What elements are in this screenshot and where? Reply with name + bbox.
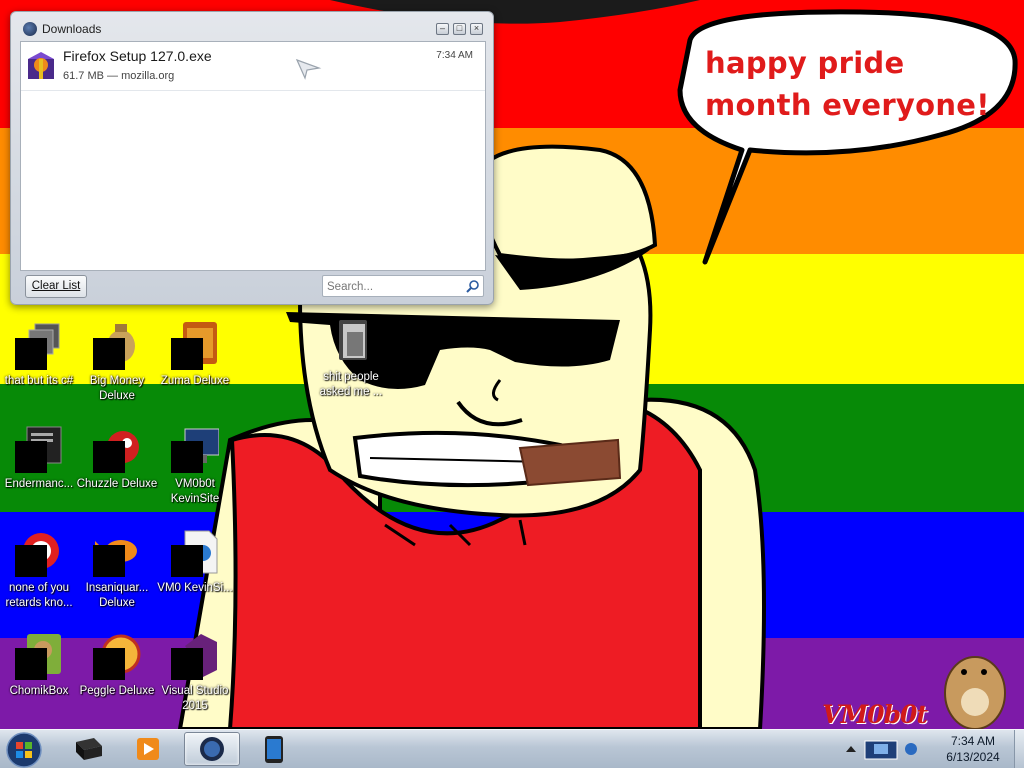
redaction-box xyxy=(171,441,203,473)
downloads-list[interactable]: Firefox Setup 127.0.exe 61.7 MB — mozill… xyxy=(20,41,486,271)
desktop-icon-visual-studio-2015[interactable]: Visual Studio 2015 xyxy=(156,632,234,728)
desktop-icon-chomikbox[interactable]: ChomikBox xyxy=(0,632,78,728)
search-icon[interactable] xyxy=(465,279,480,294)
redaction-box xyxy=(93,338,125,370)
taskbar-clock[interactable]: 7:34 AM 6/13/2024 xyxy=(932,733,1014,765)
desktop-icon-label: VM0b0t KevinSite xyxy=(170,478,220,505)
close-button[interactable]: × xyxy=(470,23,483,35)
desktop-icon-zuma-deluxe[interactable]: Zuma Deluxe xyxy=(156,322,234,418)
window-title: Downloads xyxy=(42,22,102,36)
desktop-icon-big-money-deluxe[interactable]: Big Money Deluxe xyxy=(78,322,156,418)
firefox-icon xyxy=(23,22,37,36)
clock-time: 7:34 AM xyxy=(950,734,996,748)
redaction-box xyxy=(15,648,47,680)
wallpaper-signature: VM0b0t xyxy=(822,700,928,729)
tray-network-icon[interactable] xyxy=(864,740,898,760)
taskbar-app-firefox[interactable] xyxy=(184,732,240,766)
start-orb-icon[interactable] xyxy=(4,731,44,768)
desktop-icon-shit-people-asked-me[interactable]: shit people asked me ... xyxy=(312,318,390,414)
desktop-icon-label: Chuzzle Deluxe xyxy=(76,478,158,490)
download-filename: Firefox Setup 127.0.exe xyxy=(63,48,212,64)
open-arrow-icon[interactable] xyxy=(293,56,323,80)
desktop-icon-vm0-kevinsi[interactable]: VM0 KevinSi... xyxy=(156,529,234,625)
speech-bubble-text: happy pride month everyone! xyxy=(705,46,990,122)
redaction-box xyxy=(15,338,47,370)
desktop-icon-that-but-its-csharp[interactable]: that but its c# xyxy=(0,322,78,418)
desktop-icon-none-of-you[interactable]: none of you retards kno... xyxy=(0,529,78,625)
redaction-box xyxy=(93,441,125,473)
download-item[interactable]: Firefox Setup 127.0.exe 61.7 MB — mozill… xyxy=(21,42,485,91)
redaction-box xyxy=(93,648,125,680)
desktop-icon-label: Endermanc... xyxy=(4,478,74,490)
desktop-icon-insaniquarium-deluxe[interactable]: Insaniquar... Deluxe xyxy=(78,529,156,625)
tray-expand-icon[interactable] xyxy=(842,740,860,758)
folder-icon xyxy=(339,320,367,360)
desktop-icon-label: Zuma Deluxe xyxy=(160,375,230,387)
desktop-icon-label: Visual Studio 2015 xyxy=(161,685,229,712)
desktop-icon-endermanc[interactable]: Endermanc... xyxy=(0,425,78,521)
minimize-button[interactable]: – xyxy=(436,23,449,35)
system-tray xyxy=(840,732,926,767)
tablet-icon xyxy=(265,736,283,763)
desktop-icon-label: VM0 KevinSi... xyxy=(157,582,233,594)
redaction-box xyxy=(15,545,47,577)
desktop-icon-label: ChomikBox xyxy=(9,685,69,697)
desktop-icon-label: Insaniquar... Deluxe xyxy=(85,582,149,609)
clock-date: 6/13/2024 xyxy=(946,750,1000,764)
taskbar-app-device[interactable] xyxy=(246,732,302,766)
terminal-box-icon xyxy=(76,738,102,760)
search-input[interactable] xyxy=(327,279,461,294)
download-time: 7:34 AM xyxy=(436,50,473,61)
taskbar: 7:34 AM 6/13/2024 xyxy=(0,729,1024,768)
redaction-box xyxy=(171,545,203,577)
tray-action-icon[interactable] xyxy=(902,740,920,758)
show-desktop-button[interactable] xyxy=(1014,730,1024,768)
media-player-icon xyxy=(137,738,159,760)
desktop-icon-label: that but its c# xyxy=(4,375,74,387)
taskbar-app-media-player[interactable] xyxy=(120,732,176,766)
redaction-box xyxy=(171,338,203,370)
redaction-box xyxy=(15,441,47,473)
installer-package-icon xyxy=(28,52,54,79)
taskbar-app-terminal[interactable] xyxy=(60,732,116,766)
search-box[interactable] xyxy=(322,275,484,297)
desktop-icon-label: none of you retards kno... xyxy=(5,582,73,609)
desktop-icon-label: Peggle Deluxe xyxy=(79,685,155,697)
desktop-icon-peggle-deluxe[interactable]: Peggle Deluxe xyxy=(78,632,156,728)
desktop-icon-chuzzle-deluxe[interactable]: Chuzzle Deluxe xyxy=(77,425,157,521)
desktop-icon-label: Big Money Deluxe xyxy=(89,375,145,402)
desktop-icon-vm0b0t-kevinsite[interactable]: VM0b0t KevinSite xyxy=(156,425,234,521)
redaction-box xyxy=(93,545,125,577)
window-titlebar[interactable]: Downloads – □ × xyxy=(11,12,493,38)
desktop-icon-label: shit people asked me ... xyxy=(319,371,383,398)
firefox-icon xyxy=(200,737,224,761)
downloads-window[interactable]: Downloads – □ × Firefox Setup 127.0.exe … xyxy=(10,11,494,305)
clear-list-button[interactable]: Clear List xyxy=(25,275,87,298)
download-meta: 61.7 MB — mozilla.org xyxy=(63,70,175,82)
maximize-button[interactable]: □ xyxy=(453,23,466,35)
redaction-box xyxy=(171,648,203,680)
